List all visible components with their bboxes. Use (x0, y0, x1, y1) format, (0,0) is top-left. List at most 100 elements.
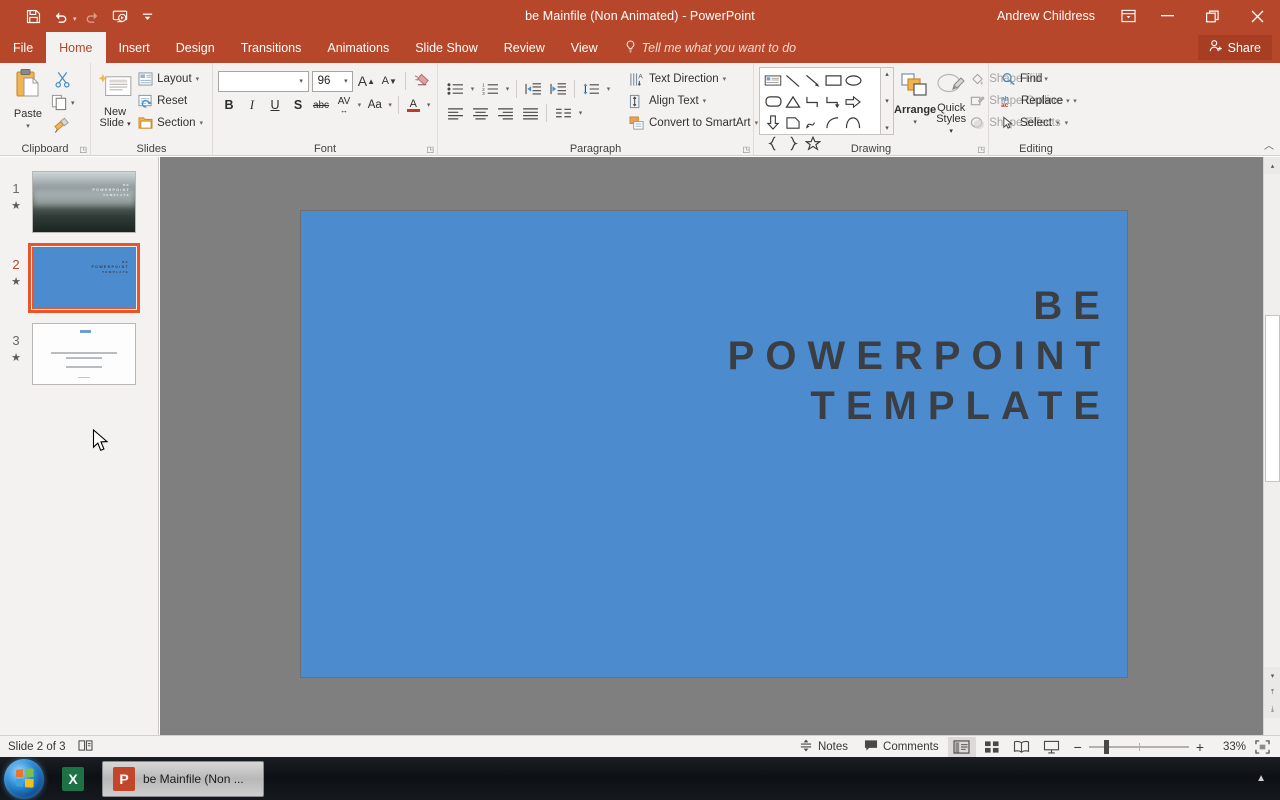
layout-button[interactable]: Layout ▾ (134, 68, 207, 90)
shape-flowchart-icon[interactable] (783, 112, 803, 133)
increase-indent-button[interactable] (546, 78, 570, 100)
zoom-slider-handle[interactable] (1103, 739, 1109, 754)
zoom-control[interactable]: − + (1068, 739, 1210, 755)
show-hidden-icons-button[interactable]: ▲ (1246, 773, 1276, 784)
align-center-button[interactable] (468, 102, 492, 124)
new-slide-button[interactable]: New Slide ▾ (96, 66, 134, 136)
shapes-gallery[interactable]: ▴ ▾ ▾ (759, 66, 894, 151)
font-dialog-launcher-icon[interactable]: ◳ (426, 145, 434, 154)
arrange-button[interactable]: Arrange ▾ (894, 66, 936, 136)
shapes-scroll-down-icon[interactable]: ▾ (885, 97, 889, 105)
thumbnail-slide-3[interactable]: 3 ★ (0, 323, 158, 385)
view-slide-sorter-button[interactable] (978, 737, 1006, 757)
slide-thumbnail-pane[interactable]: 1 ★ BE POWERPOINT TEMPLATE 2 ★ BE POWERP… (0, 157, 159, 735)
customize-qat-icon[interactable] (135, 4, 161, 28)
section-button[interactable]: Section ▾ (134, 112, 207, 134)
undo-icon[interactable] (48, 4, 74, 28)
arrange-caret[interactable]: ▾ (913, 117, 917, 128)
bullets-button[interactable] (443, 78, 467, 100)
shape-arrow-icon[interactable] (803, 70, 823, 91)
view-reading-button[interactable] (1008, 737, 1036, 757)
taskbar-item-powerpoint[interactable]: P be Mainfile (Non ... (102, 760, 264, 797)
text-direction-button[interactable]: A Text Direction ▾ (625, 68, 762, 90)
font-size-caret[interactable]: ▾ (339, 77, 352, 85)
redo-icon[interactable] (79, 4, 105, 28)
change-case-caret[interactable]: ▾ (387, 101, 394, 109)
scrollbar-thumb[interactable] (1265, 315, 1280, 482)
convert-to-smartart-button[interactable]: Convert to SmartArt ▾ (625, 112, 762, 134)
current-slide[interactable]: BE POWERPOINT TEMPLATE (301, 211, 1127, 677)
zoom-slider[interactable] (1088, 739, 1189, 754)
shape-line-icon[interactable] (783, 70, 803, 91)
start-slideshow-icon[interactable] (107, 4, 133, 28)
slide-edit-area[interactable]: BE POWERPOINT TEMPLATE ▴ ▾ ⤒ ⤓ (160, 157, 1280, 735)
paste-dropdown-caret[interactable]: ▾ (26, 121, 30, 132)
collapse-ribbon-button[interactable]: ︿ (1264, 137, 1274, 152)
section-caret[interactable]: ▾ (199, 119, 203, 127)
shape-textbox-icon[interactable] (763, 70, 783, 91)
decrease-font-size-button[interactable]: A ▼ (379, 70, 399, 92)
view-slideshow-button[interactable] (1038, 737, 1066, 757)
increase-font-size-button[interactable]: A ▲ (356, 70, 376, 92)
tab-slide-show[interactable]: Slide Show (402, 32, 491, 63)
clipboard-dialog-launcher-icon[interactable]: ◳ (79, 145, 87, 154)
line-spacing-button[interactable] (579, 78, 603, 100)
shapes-gallery-scroll[interactable]: ▴ ▾ ▾ (881, 67, 894, 135)
reset-button[interactable]: Reset (134, 90, 207, 112)
scroll-down-icon[interactable]: ▾ (1264, 667, 1280, 684)
tab-transitions[interactable]: Transitions (228, 32, 315, 63)
tell-me-search[interactable]: Tell me what you want to do (611, 32, 807, 63)
undo-dropdown-caret[interactable]: ▾ (73, 15, 77, 23)
italic-button[interactable]: I (241, 94, 263, 116)
shape-elbow-arrow-icon[interactable] (823, 91, 843, 112)
strikethrough-button[interactable]: abc (310, 94, 332, 116)
shape-arc-icon[interactable] (823, 112, 843, 133)
shapes-scroll-up-icon[interactable]: ▴ (885, 70, 889, 78)
restore-button[interactable] (1190, 0, 1235, 32)
zoom-in-button[interactable]: + (1196, 739, 1204, 755)
decrease-indent-button[interactable] (521, 78, 545, 100)
bold-button[interactable]: B (218, 94, 240, 116)
shape-right-arrow-icon[interactable] (843, 91, 863, 112)
replace-caret[interactable]: ▾ (1073, 97, 1077, 105)
scroll-up-icon[interactable]: ▴ (1264, 157, 1280, 174)
start-button[interactable] (4, 758, 44, 799)
select-caret[interactable]: ▾ (1056, 119, 1060, 127)
tab-review[interactable]: Review (491, 32, 558, 63)
change-case-button[interactable]: Aa (364, 94, 386, 116)
align-text-button[interactable]: Align Text ▾ (625, 90, 762, 112)
previous-slide-icon[interactable]: ⤒ (1264, 684, 1280, 701)
shapes-more-icon[interactable]: ▾ (885, 124, 889, 132)
character-spacing-caret[interactable]: ▾ (356, 101, 363, 109)
shape-triangle-icon[interactable] (783, 91, 803, 112)
zoom-out-button[interactable]: − (1074, 739, 1082, 755)
font-name-combobox[interactable]: ▾ (218, 70, 309, 92)
tab-animations[interactable]: Animations (314, 32, 402, 63)
format-painter-button[interactable] (51, 115, 73, 136)
bullets-caret[interactable]: ▾ (468, 85, 477, 93)
clear-formatting-icon[interactable] (412, 70, 432, 92)
paragraph-dialog-launcher-icon[interactable]: ◳ (742, 145, 750, 154)
animation-star-icon-2[interactable]: ★ (0, 274, 32, 290)
text-direction-caret[interactable]: ▾ (723, 75, 727, 83)
thumbnail-frame-3[interactable] (32, 323, 136, 385)
next-slide-icon[interactable]: ⤓ (1264, 701, 1280, 718)
thumbnail-frame-1[interactable]: BE POWERPOINT TEMPLATE (32, 171, 136, 233)
shapes-gallery-grid[interactable] (759, 67, 881, 151)
font-size-combobox[interactable]: 96 ▾ (311, 70, 354, 92)
zoom-percentage[interactable]: 33% (1212, 741, 1246, 753)
ribbon-display-options-icon[interactable] (1111, 0, 1145, 32)
tab-design[interactable]: Design (163, 32, 228, 63)
taskbar-item-excel[interactable]: X (50, 761, 96, 797)
paste-button[interactable]: Paste ▾ (5, 66, 51, 136)
minimize-button[interactable] (1145, 0, 1190, 32)
save-icon[interactable] (20, 4, 46, 28)
shape-elbow-connector-icon[interactable] (803, 91, 823, 112)
shape-down-arrow-icon[interactable] (763, 112, 783, 133)
animation-star-icon-3[interactable]: ★ (0, 350, 32, 366)
align-text-caret[interactable]: ▾ (703, 97, 707, 105)
vertical-scrollbar[interactable]: ▴ ▾ ⤒ ⤓ (1263, 157, 1280, 735)
slide-title-textbox[interactable]: BE POWERPOINT TEMPLATE (728, 281, 1111, 431)
align-right-button[interactable] (493, 102, 517, 124)
select-button[interactable]: Select ▾ (997, 112, 1081, 134)
